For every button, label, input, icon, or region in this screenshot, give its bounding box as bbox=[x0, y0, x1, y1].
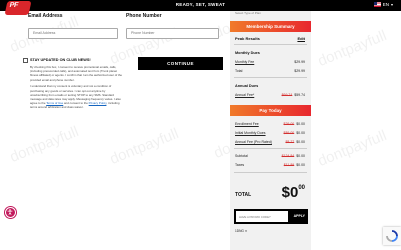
row-label: Annual Fee* bbox=[235, 93, 255, 97]
promo-code-box: APPLY bbox=[234, 209, 308, 224]
divider bbox=[234, 44, 307, 45]
row-old-value: $124.84 bbox=[281, 154, 295, 158]
total-dollars: $0 bbox=[281, 184, 299, 201]
divider bbox=[234, 77, 307, 78]
edit-plan-link[interactable]: Edit bbox=[297, 36, 305, 41]
row-old-value: $69.74 bbox=[281, 93, 293, 97]
row-label: Subtotal bbox=[235, 154, 248, 158]
row-label: Taxes bbox=[235, 163, 245, 167]
taxes-row: Taxes $11.89 $0.00 bbox=[235, 163, 305, 167]
apply-promo-button[interactable]: APPLY bbox=[294, 214, 305, 218]
chevron-down-icon: ▾ bbox=[390, 2, 393, 7]
subtotal-row: Subtotal $124.84 $0.00 bbox=[235, 154, 305, 158]
membership-summary-header: Membership Summary bbox=[230, 21, 311, 32]
divider bbox=[234, 172, 307, 173]
enrollment-fee-row: Enrollment Fee $29.00 $0.00 bbox=[235, 122, 305, 126]
accessibility-icon[interactable] bbox=[5, 207, 16, 218]
tagline: READY, SET, SWEAT bbox=[175, 2, 226, 7]
language-selector[interactable]: EN ▾ bbox=[373, 2, 393, 7]
watermark-text: dontpayfull bbox=[7, 123, 82, 166]
annual-fee-prorated-row: Annual Fee (Pro Rated) $8.27 $0.00 bbox=[235, 140, 305, 144]
consent-title: STAY UPDATED ON CLUB NEWS! bbox=[30, 58, 91, 62]
us-flag-icon bbox=[373, 2, 381, 7]
recaptcha-badge[interactable] bbox=[383, 227, 401, 245]
row-value: $0.00 bbox=[296, 140, 305, 144]
email-input[interactable] bbox=[28, 27, 118, 39]
row-value: $0.00 bbox=[296, 163, 305, 167]
consent-text: By checking this box, I consent to recei… bbox=[30, 65, 122, 110]
monthly-total-row: Total $29.99 bbox=[235, 69, 305, 73]
phone-label: Phone Number bbox=[126, 13, 162, 19]
language-label: EN bbox=[382, 2, 389, 7]
row-value: $29.99 bbox=[294, 69, 305, 73]
row-value: $59.74 bbox=[294, 93, 305, 97]
divider bbox=[234, 148, 307, 149]
row-value: $0.00 bbox=[296, 154, 305, 158]
annual-dues-title: Annual Dues bbox=[235, 84, 259, 88]
watermark-text: dontpayfull bbox=[315, 127, 390, 170]
watermark-text: dontpayfull bbox=[107, 125, 182, 168]
panel-top-text: Select Type of Plan bbox=[235, 11, 261, 15]
row-label: Enrollment Fee bbox=[235, 122, 259, 126]
applied-promo-code[interactable]: 1DNG ✕ bbox=[235, 229, 247, 233]
consent-paragraph-2: I understand that my consent is voluntar… bbox=[30, 84, 121, 110]
initial-monthly-dues-row: Initial Monthly Dues $89.00 $0.00 bbox=[235, 131, 305, 135]
membership-summary-panel: Select Type of Plan Membership Summary P… bbox=[230, 11, 311, 250]
watermark-text: dontpayfull bbox=[315, 27, 390, 70]
row-value: $0.00 bbox=[296, 131, 305, 135]
row-label: Initial Monthly Dues bbox=[235, 131, 266, 135]
promo-code-input[interactable] bbox=[236, 211, 288, 222]
email-label: Email Address bbox=[28, 13, 63, 19]
phone-field-group: Phone Number bbox=[126, 13, 219, 39]
pay-today-header: Pay Today bbox=[230, 105, 311, 116]
row-old-value: $29.00 bbox=[283, 122, 295, 126]
phone-input[interactable] bbox=[126, 27, 219, 39]
privacy-link[interactable]: Privacy Policy bbox=[89, 101, 107, 105]
monthly-dues-title: Monthly Dues bbox=[235, 51, 260, 55]
row-old-value: $11.89 bbox=[283, 163, 295, 167]
continue-button[interactable]: CONTINUE bbox=[138, 57, 223, 70]
plan-name: Peak Results bbox=[235, 36, 260, 41]
consent-paragraph-1: By checking this box, I consent to recei… bbox=[30, 65, 123, 82]
row-old-value: $8.27 bbox=[285, 140, 295, 144]
row-value: $29.99 bbox=[294, 60, 305, 64]
total-label: TOTAL bbox=[235, 192, 252, 198]
row-value: $0.00 bbox=[296, 122, 305, 126]
monthly-fee-row: Monthly Fee $29.99 bbox=[235, 60, 305, 64]
row-label: Annual Fee (Pro Rated) bbox=[235, 140, 272, 144]
top-bar: PF READY, SET, SWEAT EN ▾ bbox=[0, 0, 401, 15]
row-old-value: $89.00 bbox=[283, 131, 295, 135]
row-label: Monthly Fee bbox=[235, 60, 255, 64]
email-field-group: Email Address bbox=[28, 13, 118, 39]
total-cents: 00 bbox=[298, 185, 305, 191]
recaptcha-icon bbox=[386, 230, 398, 242]
consent-checkbox[interactable] bbox=[23, 58, 28, 63]
annual-fee-row: Annual Fee* $69.74 $59.74 bbox=[235, 93, 305, 97]
total-amount: $000 bbox=[282, 184, 305, 201]
row-label: Total bbox=[235, 69, 243, 73]
